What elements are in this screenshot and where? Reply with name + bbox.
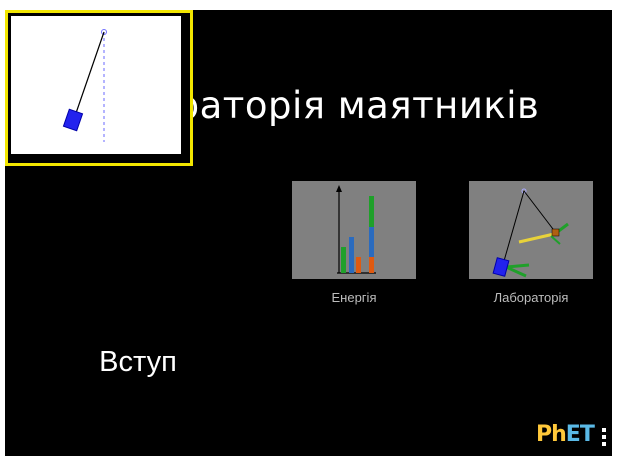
lab-thumbnail	[469, 181, 593, 279]
screen-button-intro[interactable]: Вступ	[5, 10, 193, 378]
energy-thumbnail	[292, 181, 416, 279]
home-screen: Лабораторія маятників Вступ Енергія Лабо…	[5, 10, 612, 456]
intro-thumbnail	[11, 16, 181, 154]
kebab-menu-icon[interactable]	[602, 428, 606, 448]
screen-label-intro: Вступ	[99, 346, 177, 378]
lab-pendulum-icon	[492, 188, 569, 278]
screen-label-lab: Лабораторія	[493, 290, 569, 305]
phet-logo[interactable]: PhET	[536, 422, 595, 447]
energy-chart-icon	[336, 185, 376, 274]
selected-frame	[5, 10, 193, 166]
screen-label-energy: Енергія	[331, 290, 377, 305]
pendulum-icon	[62, 29, 107, 142]
